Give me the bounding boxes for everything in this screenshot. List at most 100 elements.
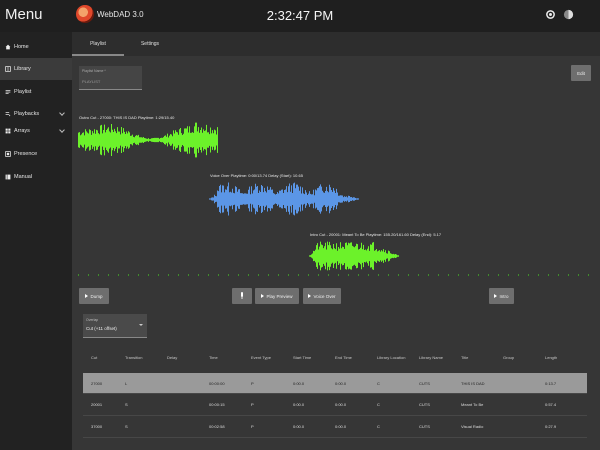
waveform-intro[interactable]: [309, 239, 399, 273]
timeline-tick: [248, 274, 249, 276]
timeline-tick: [238, 274, 239, 276]
timeline-tick: [268, 274, 269, 276]
timeline-tick: [228, 274, 229, 276]
cell-library-location: C: [377, 402, 380, 407]
cell-library-name: CUTS: [419, 402, 430, 407]
cell-length: 0:57.4: [545, 402, 557, 407]
play-icon: [494, 294, 498, 298]
cell-title: Meant To Be: [461, 402, 484, 407]
table-row[interactable]: 27000 L 00:00:00 P 0:00.0 0:00.0 C CUTS …: [83, 373, 587, 394]
waveform-voiceover[interactable]: [209, 179, 359, 219]
cell-end-time: 0:00.0: [335, 381, 347, 386]
timeline-tick: [148, 274, 149, 276]
play-icon: [85, 294, 89, 298]
voice-over-button[interactable]: Voice Over: [303, 288, 341, 304]
timeline-tick: [98, 274, 99, 276]
cell-library-location: C: [377, 424, 380, 429]
cell-transition: L: [125, 381, 128, 386]
dump-button-label: Dump: [90, 293, 103, 299]
waveform-outro[interactable]: [78, 120, 218, 160]
sidebar-item-library[interactable]: Library: [0, 58, 72, 80]
timeline-tick: [108, 274, 109, 276]
list-icon: [5, 90, 11, 94]
timeline-tick: [408, 274, 409, 276]
tab-settings[interactable]: Settings: [124, 32, 176, 56]
sidebar-item-label: Playbacks: [14, 111, 40, 117]
cell-event-type: P: [251, 424, 254, 429]
timeline-tick: [258, 274, 259, 276]
chevron-down-icon: [59, 110, 65, 116]
main-panel: Playlist Settings Playlist Name * Edit O…: [72, 32, 600, 450]
timeline-tick: [448, 274, 449, 276]
timeline-tick: [348, 274, 349, 276]
cell-end-time: 0:00.0: [335, 402, 347, 407]
timeline-tick: [178, 274, 179, 276]
sidebar-item-presence[interactable]: Presence: [0, 143, 72, 165]
cell-start-time: 0:00.0: [293, 402, 305, 407]
table-row[interactable]: 37000 S 00:02:58 P 0:00.0 0:00.0 C CUTS …: [83, 416, 587, 438]
header-library-location: Library Location: [377, 355, 406, 360]
cell-start-time: 0:00.0: [293, 381, 305, 386]
table-row[interactable]: 20001 S 00:00:15 P 0:00.0 0:00.0 C CUTS …: [83, 394, 587, 416]
cell-time: 00:00:00: [209, 381, 225, 386]
grid-icon: [5, 128, 11, 134]
waveform-label-voiceover: Voice Over Playtime: 0:00/13.74 Delay (S…: [210, 173, 303, 178]
overlap-select-value: Cut (+11 offset): [86, 326, 117, 331]
timeline-tick: [568, 274, 569, 276]
timeline-tick: [478, 274, 479, 276]
moon-icon[interactable]: [581, 9, 592, 20]
sidebar-item-label: Home: [14, 44, 29, 50]
timeline-tick: [438, 274, 439, 276]
intro-button[interactable]: Intro: [489, 288, 514, 304]
microphone-icon: [241, 292, 243, 299]
header-library-name: Library Name: [419, 355, 444, 360]
header-time: Time: [209, 355, 218, 360]
timeline-tick: [548, 274, 549, 276]
timeline-tick: [318, 274, 319, 276]
timeline-tick: [558, 274, 559, 276]
tab-playlist[interactable]: Playlist: [72, 32, 124, 56]
top-icons: [545, 9, 592, 20]
timeline-tick: [288, 274, 289, 276]
table-header-row: Cut Transition Delay Time Event Type Sta…: [83, 350, 587, 364]
manual-icon: [5, 174, 11, 180]
playlist-name-label: Playlist Name *: [82, 69, 106, 73]
cell-cut: 37000: [91, 424, 103, 429]
header-transition: Transition: [125, 355, 143, 360]
timeline-tick: [578, 274, 579, 276]
cell-transition: S: [125, 424, 128, 429]
edit-button[interactable]: Edit: [571, 65, 591, 81]
contrast-icon[interactable]: [563, 9, 574, 20]
settings-gear-icon[interactable]: [545, 9, 556, 20]
timeline-tick: [398, 274, 399, 276]
timeline-tick: [458, 274, 459, 276]
home-icon: [5, 44, 11, 50]
play-preview-button[interactable]: Play Preview: [255, 288, 299, 304]
timeline-tick: [88, 274, 89, 276]
timeline-tick: [198, 274, 199, 276]
timeline-tick: [168, 274, 169, 276]
sidebar-item-home[interactable]: Home: [0, 36, 72, 58]
microphone-button[interactable]: [232, 288, 252, 304]
clock: 2:32:47 PM: [266, 8, 334, 23]
timeline-tick: [308, 274, 309, 276]
cell-event-type: P: [251, 381, 254, 386]
cell-start-time: 0:00.0: [293, 424, 305, 429]
sidebar-item-playlist[interactable]: Playlist: [0, 81, 72, 103]
header-group: Group: [503, 355, 515, 360]
header-cut: Cut: [91, 355, 98, 360]
play-icon: [308, 294, 312, 298]
cell-cut: 20001: [91, 402, 103, 407]
dump-button[interactable]: Dump: [79, 288, 109, 304]
overlap-select[interactable]: Overlap Cut (+11 offset): [83, 314, 147, 338]
chevron-down-icon: [59, 127, 65, 133]
sidebar-item-arrays[interactable]: Arrays: [0, 120, 72, 142]
header-start-time: Start Time: [293, 355, 312, 360]
sidebar-item-manual[interactable]: Manual: [0, 166, 72, 188]
timeline-tick: [328, 274, 329, 276]
caret-down-icon: [139, 324, 143, 326]
playlist-name-field[interactable]: Playlist Name *: [79, 66, 142, 90]
app-window: Menu WebDAD 3.0 2:32:47 PM Home Library: [0, 0, 600, 450]
waveform-label-intro: Intro Cut - 20001: Meant To Be Playtime:…: [310, 232, 442, 237]
playlist-name-input[interactable]: [82, 78, 138, 85]
